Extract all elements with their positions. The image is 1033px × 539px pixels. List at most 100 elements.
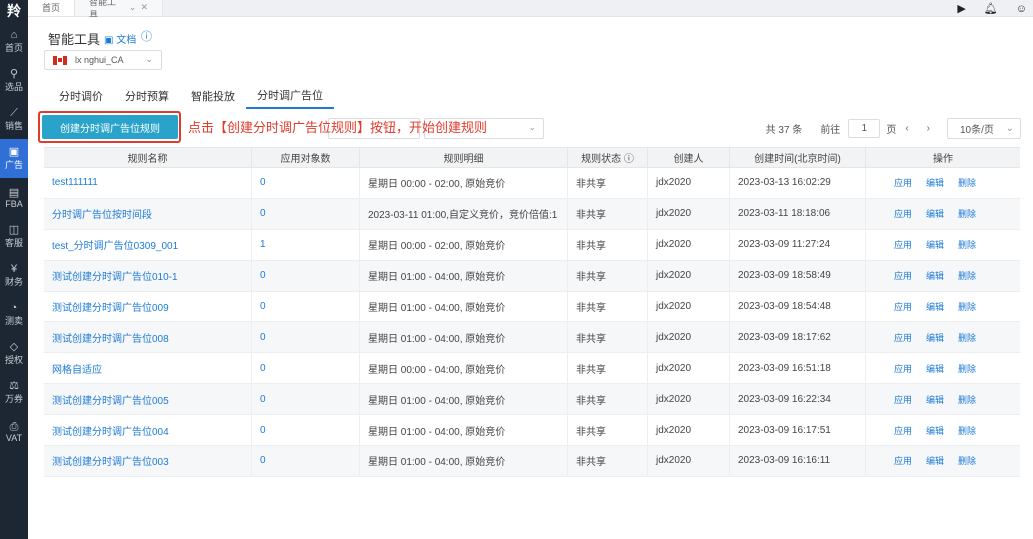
apply-count[interactable]: 0 [252,353,360,384]
sidebar-item-6[interactable]: ¥ 财务 [0,256,28,295]
apply-button[interactable]: 应用 [894,393,912,406]
rule-name-link[interactable]: 测试创建分时调广告位008 [44,322,252,353]
edit-button[interactable]: 编辑 [926,207,944,220]
edit-button[interactable]: 编辑 [926,300,944,313]
tab-smart-delivery[interactable]: 智能投放 [180,83,246,109]
tab-time-bid[interactable]: 分时调价 [48,83,114,109]
sidebar-item-8[interactable]: ◇ 授权 [0,334,28,373]
sidebar-item-7[interactable]: ◔ 测卖 [0,295,28,334]
prev-page-icon[interactable]: ‹ [905,123,908,134]
rule-name-link[interactable]: 测试创建分时调广告位004 [44,415,252,446]
apply-count[interactable]: 0 [252,168,360,198]
apply-count[interactable]: 0 [252,291,360,322]
rule-name-link[interactable]: 网格自适应 [44,353,252,384]
next-page-icon[interactable]: › [927,123,930,134]
info-icon[interactable]: ⓘ [141,28,152,44]
creator: jdx2020 [648,168,730,198]
tab-smart-tools[interactable]: 智能工具 ⌄ ✕ [75,0,164,20]
edit-button[interactable]: 编辑 [926,176,944,189]
apply-button[interactable]: 应用 [894,176,912,189]
apply-count[interactable]: 0 [252,384,360,415]
rule-status: 非共享 [568,291,648,322]
delete-button[interactable]: 删除 [958,424,976,437]
apply-button[interactable]: 应用 [894,331,912,344]
edit-button[interactable]: 编辑 [926,331,944,344]
play-icon[interactable]: ▶ [957,2,965,15]
sidebar-icon: ▣ [8,146,20,158]
edit-button[interactable]: 编辑 [926,238,944,251]
row-actions: 应用 编辑 删除 [866,446,1020,476]
apply-count[interactable]: 1 [252,229,360,260]
sidebar-item-label: 销售 [4,121,23,131]
tab-home[interactable]: 首页 [28,0,76,16]
apply-button[interactable]: 应用 [894,300,912,313]
user-avatar-icon[interactable]: ☺ [1016,3,1027,15]
tab-time-placement[interactable]: 分时调广告位 [246,83,334,109]
delete-button[interactable]: 删除 [958,269,976,282]
page-input[interactable]: 1 [848,119,881,138]
page-size-select[interactable]: 10条/页 ⌄ [947,118,1021,139]
edit-button[interactable]: 编辑 [926,393,944,406]
goto-label: 前往 [820,125,841,136]
delete-button[interactable]: 删除 [958,300,976,313]
delete-button[interactable]: 删除 [958,362,976,375]
rule-name-link[interactable]: test111111 [44,168,252,198]
apply-button[interactable]: 应用 [894,424,912,437]
doc-link[interactable]: ▣ 文档 [104,31,136,46]
rule-name-link[interactable]: 测试创建分时调广告位003 [44,446,252,476]
sidebar-icon: ⟋ [10,107,18,119]
edit-button[interactable]: 编辑 [926,362,944,375]
app-logo: 羚 [7,3,21,19]
created-time: 2023-03-09 11:27:24 [730,229,866,260]
apply-count[interactable]: 0 [252,415,360,446]
apply-count[interactable]: 0 [252,260,360,291]
table-row: 测试创建分时调广告位005 0 星期日 01:00 - 04:00, 原始竞价 非共享… [44,384,1020,416]
created-time: 2023-03-11 18:18:06 [730,198,866,229]
sidebar-item-4[interactable]: ▤ FBA [0,178,28,217]
tab-time-budget[interactable]: 分时预算 [114,83,180,109]
apply-count[interactable]: 0 [252,322,360,353]
apply-count[interactable]: 0 [252,446,360,476]
sidebar-item-3[interactable]: ▣ 广告 [0,139,28,178]
apply-button[interactable]: 应用 [894,454,912,467]
sidebar-icon: ◔ [10,302,18,314]
row-actions: 应用 编辑 删除 [866,353,1020,383]
apply-count[interactable]: 0 [252,198,360,229]
delete-button[interactable]: 删除 [958,238,976,251]
sidebar-item-2[interactable]: ⟋ 销售 [0,100,28,139]
row-actions: 应用 编辑 删除 [866,384,1020,414]
edit-button[interactable]: 编辑 [926,269,944,282]
sidebar-item-5[interactable]: ◫ 客服 [0,217,28,256]
apply-button[interactable]: 应用 [894,238,912,251]
store-select[interactable]: lx nghui_CA ⌄ [44,50,162,70]
edit-button[interactable]: 编辑 [926,424,944,437]
close-icon[interactable]: ✕ [140,2,148,12]
apply-button[interactable]: 应用 [894,269,912,282]
sidebar-item-9[interactable]: ⚖ 万券 [0,373,28,412]
highlight-box [38,111,181,143]
rule-name-link[interactable]: 测试创建分时调广告位005 [44,384,252,415]
table-row: 测试创建分时调广告位010-1 0 星期日 01:00 - 04:00, 原始竞价非… [44,260,1020,292]
rule-name-link[interactable]: 测试创建分时调广告位010-1 [44,260,252,291]
delete-button[interactable]: 删除 [958,176,976,189]
sidebar-item-10[interactable]: ⎙ VAT [0,412,28,451]
row-actions: 应用 编辑 删除 [866,261,1020,291]
delete-button[interactable]: 删除 [958,393,976,406]
bell-icon[interactable]: 🔔︎ [984,2,998,15]
delete-button[interactable]: 删除 [958,207,976,220]
col-apply-count: 应用对象数 [252,148,360,167]
chevron-down-icon[interactable]: ⌄ [129,2,137,12]
edit-button[interactable]: 编辑 [926,454,944,467]
apply-button[interactable]: 应用 [894,362,912,375]
pagination: 共 37 条 前往 1 页 ‹ › 10条/页 ⌄ [766,118,1021,139]
rule-status: 非共享 [568,322,648,353]
delete-button[interactable]: 删除 [958,331,976,344]
rule-name-link[interactable]: 测试创建分时调广告位009 [44,291,252,322]
rule-status: 非共享 [568,198,648,229]
apply-button[interactable]: 应用 [894,207,912,220]
sidebar-item-0[interactable]: ⌂ 首页 [0,22,28,61]
rule-name-link[interactable]: 分时调广告位按时间段 [44,198,252,229]
sidebar-item-1[interactable]: ⚲ 选品 [0,61,28,100]
delete-button[interactable]: 删除 [958,454,976,467]
rule-name-link[interactable]: test_分时调广告位0309_001 [44,229,252,260]
